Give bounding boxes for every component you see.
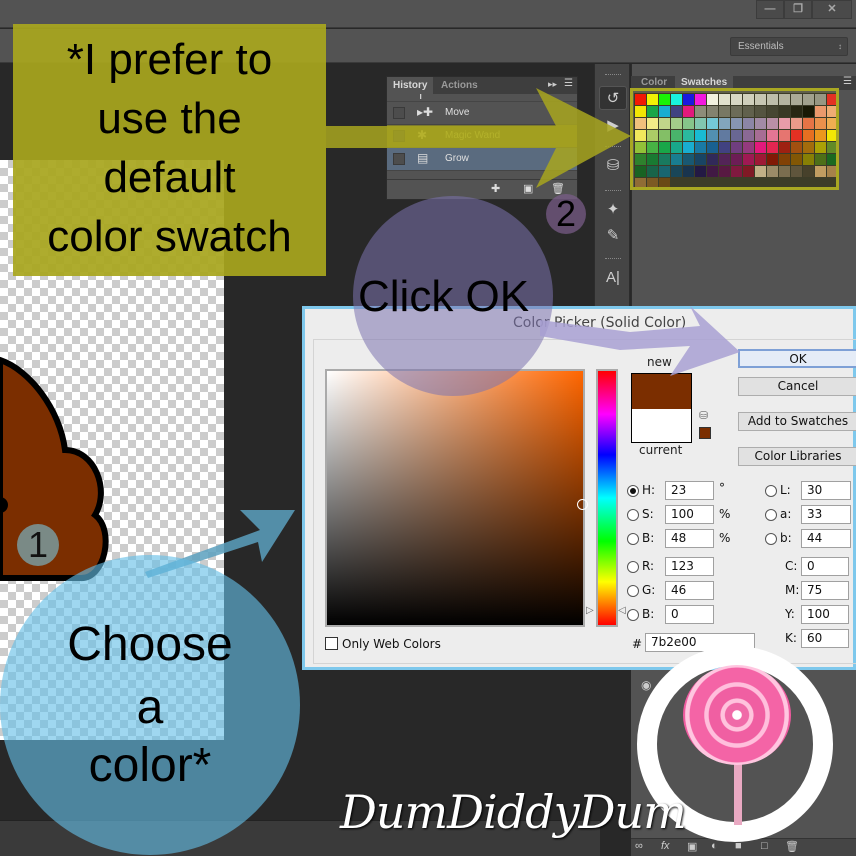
percent-unit: %: [719, 507, 731, 521]
fx-icon[interactable]: fx: [661, 840, 670, 852]
brightness-label: B:: [642, 531, 655, 545]
brightness-field[interactable]: 48: [665, 529, 714, 548]
current-color-swatch[interactable]: [631, 409, 692, 443]
brightness-radio[interactable]: [627, 533, 639, 545]
choose-color-line: color*: [88, 739, 212, 792]
a-channel-radio[interactable]: [765, 509, 777, 521]
swatch-highlight-box: [630, 88, 839, 190]
blue-field[interactable]: 0: [665, 605, 714, 624]
new-layer-icon[interactable]: □: [761, 840, 768, 852]
trash-icon[interactable]: 🗑: [785, 840, 799, 853]
cancel-button[interactable]: Cancel: [738, 377, 856, 396]
adjustment-icon[interactable]: ◐: [711, 840, 718, 852]
add-to-swatches-button[interactable]: Add to Swatches: [738, 412, 856, 431]
ok-button[interactable]: OK: [738, 349, 856, 368]
workspace-dropdown[interactable]: Essentials ↕: [730, 37, 848, 56]
blue-radio[interactable]: [627, 609, 639, 621]
panel-menu-icon[interactable]: ☰: [843, 76, 852, 87]
lightness-field[interactable]: 30: [801, 481, 851, 500]
mask-icon[interactable]: ▣: [687, 840, 697, 853]
default-swatch-callout: *I prefer to use the default color swatc…: [13, 24, 326, 276]
lightness-radio[interactable]: [765, 485, 777, 497]
b-channel-radio[interactable]: [765, 533, 777, 545]
brand-watermark: DumDiddyDum: [340, 785, 687, 839]
grip-handle[interactable]: [605, 74, 621, 77]
window-controls: — ❐ ✕: [756, 0, 852, 19]
hue-radio[interactable]: [627, 485, 639, 497]
web-safe-swatch[interactable]: [699, 427, 711, 439]
hue-slider-right-arrow[interactable]: ◁: [618, 605, 626, 616]
a-channel-field[interactable]: 33: [801, 505, 851, 524]
saturation-field[interactable]: 100: [665, 505, 714, 524]
hue-slider[interactable]: [596, 369, 618, 627]
minimize-icon[interactable]: —: [756, 0, 784, 19]
out-of-gamut-cube-icon[interactable]: ⛁: [699, 409, 708, 422]
grip-handle[interactable]: [605, 258, 621, 261]
green-label: G:: [642, 583, 656, 597]
only-web-colors-label: Only Web Colors: [342, 637, 441, 651]
magenta-label: M:: [785, 583, 800, 597]
b-channel-field[interactable]: 44: [801, 529, 851, 548]
step-2-badge: 2: [546, 194, 586, 234]
brush-icon[interactable]: ✎: [599, 224, 627, 248]
saturation-label: S:: [642, 507, 654, 521]
brush-presets-icon[interactable]: ✦: [599, 198, 627, 222]
yellow-field[interactable]: 100: [801, 605, 849, 624]
a-channel-label: a:: [780, 507, 792, 521]
callout-line: color swatch: [47, 212, 292, 261]
hue-slider-left-arrow[interactable]: ▷: [586, 605, 594, 616]
red-radio[interactable]: [627, 561, 639, 573]
red-field[interactable]: 123: [665, 557, 714, 576]
hue-label: H:: [642, 483, 656, 497]
step-1-badge: 1: [17, 524, 59, 566]
callout-line: *I prefer to: [66, 35, 273, 84]
choose-color-line: a: [136, 681, 164, 734]
click-ok-label: Click OK: [358, 272, 530, 321]
callout-line: default: [103, 153, 236, 202]
chevron-updown-icon: ↕: [838, 42, 842, 51]
green-field[interactable]: 46: [665, 581, 714, 600]
callout-line: use the: [97, 94, 242, 143]
callout-arrow: [326, 88, 631, 188]
percent-unit: %: [719, 531, 731, 545]
green-radio[interactable]: [627, 585, 639, 597]
red-label: R:: [642, 559, 655, 573]
saturation-radio[interactable]: [627, 509, 639, 521]
restore-icon[interactable]: ❐: [784, 0, 812, 19]
yellow-label: Y:: [785, 607, 795, 621]
degree-unit: °: [719, 481, 725, 495]
cyan-field[interactable]: 0: [801, 557, 849, 576]
eye-icon[interactable]: ◉: [641, 678, 651, 692]
cyan-label: C:: [785, 559, 798, 573]
magenta-field[interactable]: 75: [801, 581, 849, 600]
click-ok-arrow: [540, 306, 740, 376]
workspace-label: Essentials: [738, 41, 784, 52]
hex-label: #: [632, 637, 643, 651]
color-libraries-button[interactable]: Color Libraries: [738, 447, 856, 466]
character-icon[interactable]: A|: [599, 266, 627, 290]
color-field-cursor[interactable]: [577, 499, 588, 510]
black-field[interactable]: 60: [801, 629, 849, 648]
choose-color-line: Choose: [67, 618, 233, 671]
only-web-colors-checkbox[interactable]: [325, 637, 338, 650]
lollipop-icon: [683, 665, 791, 765]
lightness-label: L:: [780, 483, 791, 497]
link-icon[interactable]: ∞: [635, 840, 643, 852]
blue-label: B:: [642, 607, 655, 621]
close-icon[interactable]: ✕: [812, 0, 852, 19]
black-label: K:: [785, 631, 797, 645]
color-field[interactable]: [325, 369, 585, 627]
current-label: current: [639, 443, 683, 457]
hue-field[interactable]: 23: [665, 481, 714, 500]
b-channel-label: b:: [780, 531, 792, 545]
